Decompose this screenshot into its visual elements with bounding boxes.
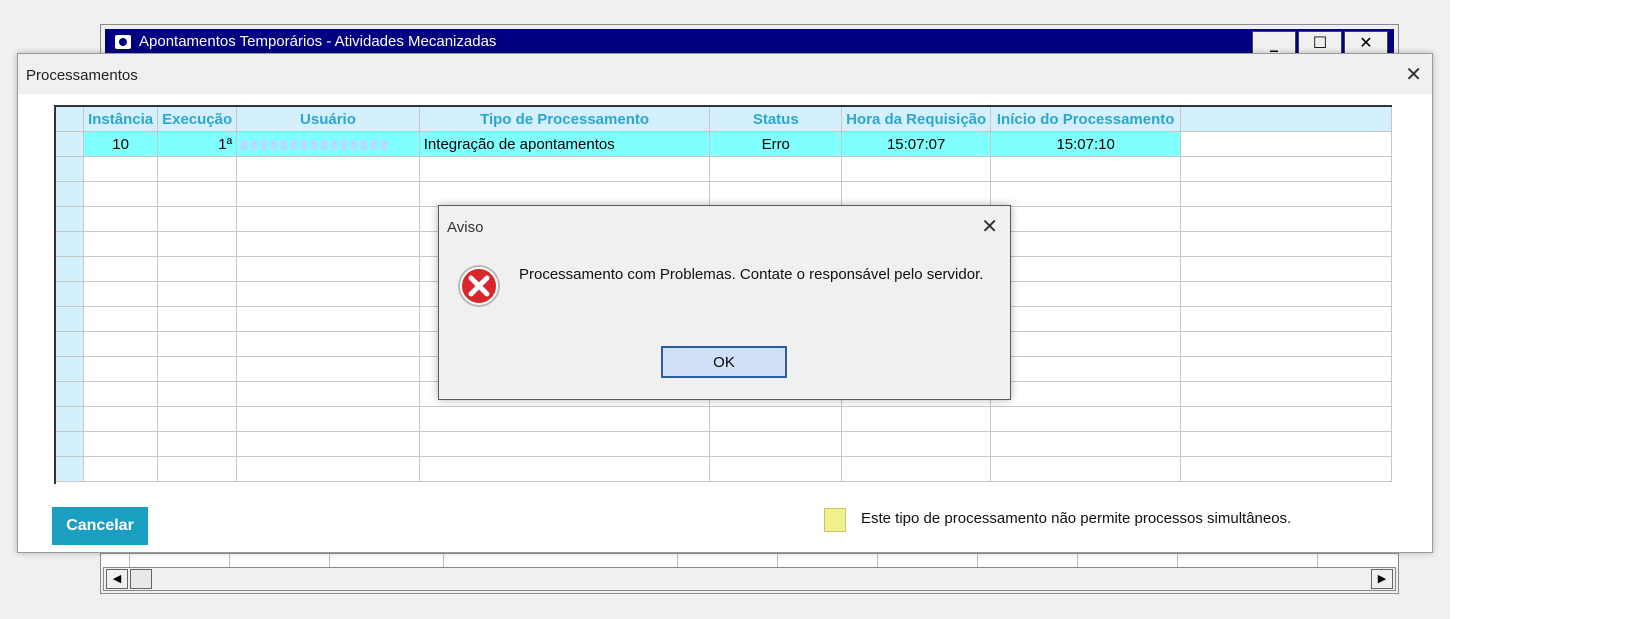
row-header[interactable] — [56, 431, 85, 457]
column-header-execucao[interactable]: Execução — [157, 107, 238, 132]
column-header-instancia[interactable]: Instância — [83, 107, 159, 132]
row-header[interactable] — [56, 156, 85, 182]
row-header[interactable] — [56, 131, 85, 157]
background-titlebar: Apontamentos Temporários - Atividades Me… — [105, 29, 1394, 57]
grid-line — [777, 554, 778, 568]
row-header[interactable] — [56, 256, 85, 282]
row-header[interactable] — [56, 406, 85, 432]
grid-line — [977, 554, 978, 568]
grid-line — [129, 554, 130, 568]
column-header-empty — [1180, 107, 1392, 132]
row-header[interactable] — [56, 281, 85, 307]
right-margin — [1450, 0, 1625, 619]
legend-text: Este tipo de processamento não permite p… — [861, 510, 1292, 527]
background-grid-strip — [101, 553, 1398, 568]
row-header[interactable] — [56, 356, 85, 382]
scroll-right-icon[interactable]: ▶ — [1371, 569, 1393, 589]
row-header[interactable] — [56, 331, 85, 357]
ok-button[interactable]: OK — [661, 346, 787, 378]
scroll-thumb[interactable] — [130, 569, 152, 589]
table-row[interactable] — [56, 456, 1392, 482]
grid-line — [443, 554, 444, 568]
row-header[interactable] — [56, 456, 85, 482]
table-row[interactable] — [56, 156, 1392, 182]
error-icon — [458, 265, 500, 307]
aviso-dialog: Aviso ✕ Processamento com Problemas. Con… — [438, 205, 1011, 400]
cell-execucao: 1ª — [157, 131, 238, 157]
cell-instancia: 10 — [83, 131, 159, 157]
redacted-username — [241, 139, 392, 150]
column-header-hora-requisicao[interactable]: Hora da Requisição — [841, 107, 992, 132]
cell-usuario-redacted — [236, 131, 420, 157]
table-row[interactable] — [56, 181, 1392, 207]
grid-line — [329, 554, 330, 568]
column-header-tipo[interactable]: Tipo de Processamento — [419, 107, 711, 132]
scroll-left-icon[interactable]: ◀ — [106, 569, 128, 589]
row-header-corner — [56, 107, 85, 132]
close-icon[interactable]: ✕ — [981, 214, 998, 239]
aviso-message: Processamento com Problemas. Contate o r… — [519, 266, 984, 283]
cell-empty — [1180, 131, 1392, 157]
legend-swatch — [824, 508, 846, 532]
row-header[interactable] — [56, 231, 85, 257]
table-row[interactable] — [56, 431, 1392, 457]
grid-line — [229, 554, 230, 568]
aviso-title: Aviso — [447, 219, 484, 236]
column-header-usuario[interactable]: Usuário — [236, 107, 420, 132]
row-header[interactable] — [56, 181, 85, 207]
row-header[interactable] — [56, 306, 85, 332]
app-icon — [115, 35, 131, 49]
cancelar-button[interactable]: Cancelar — [52, 507, 148, 545]
cell-tipo: Integração de apontamentos — [419, 131, 711, 157]
row-header[interactable] — [56, 381, 85, 407]
header-row: Instância Execução Usuário Tipo de Proce… — [56, 107, 1392, 132]
cell-status: Erro — [709, 131, 843, 157]
background-window-title: Apontamentos Temporários - Atividades Me… — [139, 33, 497, 50]
grid-line — [1177, 554, 1178, 568]
table-row[interactable]: 10 1ª Integração de apontamentos Erro 15… — [56, 131, 1392, 157]
grid-line — [877, 554, 878, 568]
horizontal-scrollbar[interactable]: ◀ ▶ — [103, 567, 1396, 591]
grid-line — [1317, 554, 1318, 568]
grid-line — [1077, 554, 1078, 568]
cell-inicio-processamento: 15:07:10 — [990, 131, 1182, 157]
row-header[interactable] — [56, 206, 85, 232]
processamentos-title: Processamentos — [26, 67, 138, 84]
grid-line — [677, 554, 678, 568]
column-header-status[interactable]: Status — [709, 107, 843, 132]
close-icon[interactable]: ✕ — [1405, 62, 1422, 86]
column-header-inicio-processamento[interactable]: Início do Processamento — [990, 107, 1182, 132]
processamentos-header: Processamentos ✕ — [18, 54, 1432, 94]
cell-hora-requisicao: 15:07:07 — [841, 131, 992, 157]
table-row[interactable] — [56, 406, 1392, 432]
